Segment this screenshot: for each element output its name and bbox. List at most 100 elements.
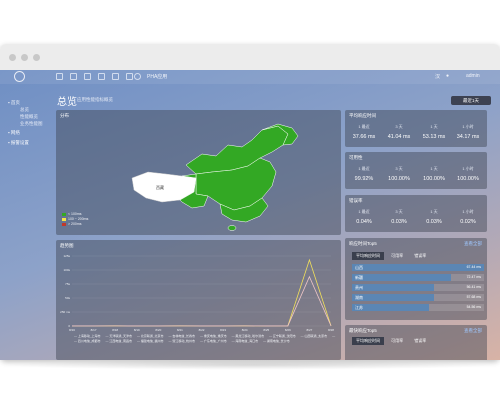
- top5-title: 响应时间Top5: [349, 241, 377, 246]
- trend-legend-item[interactable]: — 北京联通_北京市: [137, 334, 164, 338]
- top5-row[interactable]: 湖南 57.68 ms: [352, 294, 484, 301]
- time-range-button[interactable]: 最近1天: [451, 96, 491, 105]
- trend-legend-row2: — 四川电信_成都市 — 江西电信_南昌市 — 福建电信_福州市 — 浙江移动_杭州市…: [74, 339, 336, 344]
- china-map: 西藏: [131, 123, 299, 231]
- trend-legend-item[interactable]: — 四川电信_成都市: [74, 339, 101, 343]
- trend-legend-item[interactable]: — 福建电信_福州市: [137, 339, 164, 343]
- top5-row-name: 江苏: [355, 305, 363, 310]
- trend-x-tick: 8/21: [177, 328, 183, 332]
- map-panel: 分布 西藏 < 100ms 100 ~ 200ms > 200ms: [56, 110, 341, 235]
- nav-icon-4[interactable]: [98, 73, 105, 80]
- trend-x-tick: 8/18: [112, 328, 118, 332]
- map-highlight-label: 西藏: [156, 184, 164, 190]
- trend-x-tick: 8/20: [155, 328, 161, 332]
- fast-top5-title: 最快响应Top5: [349, 328, 377, 333]
- trend-x-tick: 8/24: [242, 328, 248, 332]
- trend-x-tick: 8/25: [263, 328, 269, 332]
- trend-legend-item[interactable]: — 天津联通_天津市: [106, 334, 133, 338]
- tab-availability[interactable]: 可用率: [387, 252, 407, 260]
- trend-legend-item[interactable]: — 湖南电信_长沙市: [263, 339, 290, 343]
- rt-value-0: 37.66 ms: [352, 134, 376, 140]
- tab-error-rate[interactable]: 错误率: [410, 252, 430, 260]
- top5-row-bar: [352, 264, 484, 271]
- av-period-1: 3 天: [395, 166, 403, 171]
- top5-view-all-link[interactable]: 查看全部: [464, 241, 482, 247]
- top5-row[interactable]: 江苏 54.56 ms: [352, 304, 484, 311]
- window-dot-maximize[interactable]: [33, 54, 40, 61]
- trend-legend-item[interactable]: — 吉林电信_长春市: [169, 334, 196, 338]
- top5-row-value: 57.68 ms: [466, 295, 481, 299]
- rt-value-2: 53.13 ms: [422, 134, 446, 140]
- trend-legend-item[interactable]: — 黑龙江移动_哈尔滨市: [232, 334, 265, 338]
- fast-tab-availability[interactable]: 可用率: [387, 337, 407, 345]
- nav-icon-settings[interactable]: [134, 73, 141, 80]
- sidebar-item-alerts[interactable]: ▪ 报警设置: [8, 140, 29, 146]
- frame-shadow: [6, 360, 494, 370]
- map-legend-medium: 100 ~ 200ms: [68, 217, 89, 221]
- sidebar-subitem-overview[interactable]: 总览: [20, 107, 29, 113]
- nav-icon-3[interactable]: [84, 73, 91, 80]
- trend-legend-item[interactable]: — 重庆电信_重庆市: [200, 334, 227, 338]
- trend-x-tick: 8/23: [220, 328, 226, 332]
- availability-card: 可用性 1 最近 99.92% 3 天 100.00% 1 天 100.00% 1 小…: [345, 152, 487, 189]
- rt-period-3: 1 小时: [462, 124, 474, 129]
- trend-y-tick: 50s: [65, 296, 70, 300]
- top5-row-value: 67.44 ms: [466, 265, 481, 269]
- trend-y-tick: 100s: [63, 268, 70, 272]
- er-period-1: 3 天: [395, 209, 403, 214]
- trend-legend-item[interactable]: — 海南电信_海口市: [232, 339, 259, 343]
- rt-period-0: 1 最近: [358, 124, 370, 129]
- nav-icon-2[interactable]: [70, 73, 77, 80]
- nav-icon-6[interactable]: [126, 73, 133, 80]
- trend-y-tick: 250 ms: [60, 310, 70, 314]
- language-toggle[interactable]: 汉: [435, 73, 440, 80]
- sidebar-subitem-performance[interactable]: 性能概览: [20, 114, 38, 120]
- sidebar-item-home[interactable]: ▪ 首页: [8, 100, 20, 106]
- top5-row[interactable]: 贵州 56.41 ms: [352, 284, 484, 291]
- trend-y-tick: 125s: [63, 254, 70, 258]
- top-bar: PHA应用 汉 ● admin: [0, 70, 500, 84]
- top5-row-value: 72.47 ms: [466, 275, 481, 279]
- window-dot-close[interactable]: [9, 54, 16, 61]
- trend-x-tick: 8/27: [306, 328, 312, 332]
- trend-legend-item[interactable]: — 山西联通_太原市: [301, 334, 328, 338]
- er-value-1: 0.03%: [391, 219, 407, 225]
- top5-row-name: 新疆: [355, 275, 363, 280]
- sidebar: ▪ 首页 总览 性能概览 业务性能图 ▪ 网络 ▪ 报警设置: [0, 84, 52, 360]
- trend-legend-item[interactable]: — 上海移动_上海市: [74, 334, 101, 338]
- top5-row[interactable]: 山西 67.44 ms: [352, 264, 484, 271]
- top5-row-name: 贵州: [355, 285, 363, 290]
- user-icon[interactable]: ●: [446, 73, 449, 79]
- top5-tabs: 平均响应时间 可用率 错误率: [352, 252, 432, 260]
- trend-legend-item[interactable]: — 湖北电信_武汉市: [332, 334, 336, 338]
- top5-row-bar: [352, 274, 451, 281]
- tab-avg-response[interactable]: 平均响应时间: [352, 252, 384, 260]
- user-menu[interactable]: admin: [466, 73, 480, 79]
- app-logo[interactable]: [14, 71, 25, 82]
- fast-tab-avg-response[interactable]: 平均响应时间: [352, 337, 384, 345]
- av-period-0: 1 最近: [358, 166, 370, 171]
- top5-row[interactable]: 新疆 72.47 ms: [352, 274, 484, 281]
- map-legend-slow: > 200ms: [68, 222, 82, 226]
- nav-icon-1[interactable]: [56, 73, 63, 80]
- sidebar-item-network[interactable]: ▪ 网络: [8, 130, 20, 136]
- map-legend: < 100ms 100 ~ 200ms > 200ms: [62, 212, 88, 227]
- trend-legend-item[interactable]: — 江西电信_南昌市: [106, 339, 133, 343]
- fast-tab-error-rate[interactable]: 错误率: [410, 337, 430, 345]
- trend-legend-item[interactable]: — 浙江移动_杭州市: [169, 339, 196, 343]
- sidebar-subitem-business[interactable]: 业务性能图: [20, 121, 43, 127]
- er-value-2: 0.03%: [426, 219, 442, 225]
- error-rate-card: 错误率 1 最近 0.04% 3 天 0.03% 1 天 0.03% 1 小时 0.02…: [345, 195, 487, 232]
- trend-legend-item[interactable]: — 辽宁联通_沈阳市: [269, 334, 296, 338]
- rt-value-1: 41.04 ms: [387, 134, 411, 140]
- fast-top5-view-all-link[interactable]: 查看全部: [464, 328, 482, 334]
- window-dot-minimize[interactable]: [21, 54, 28, 61]
- project-selector[interactable]: PHA应用: [147, 73, 167, 80]
- er-value-0: 0.04%: [356, 219, 372, 225]
- er-period-2: 1 天: [430, 209, 438, 214]
- rt-period-2: 1 天: [430, 124, 438, 129]
- page-title: 总览: [57, 97, 77, 108]
- nav-icon-5[interactable]: [112, 73, 119, 80]
- trend-legend-item[interactable]: — 广东电信_广州市: [200, 339, 227, 343]
- fast-top5-tabs: 平均响应时间 可用率 错误率: [352, 337, 432, 345]
